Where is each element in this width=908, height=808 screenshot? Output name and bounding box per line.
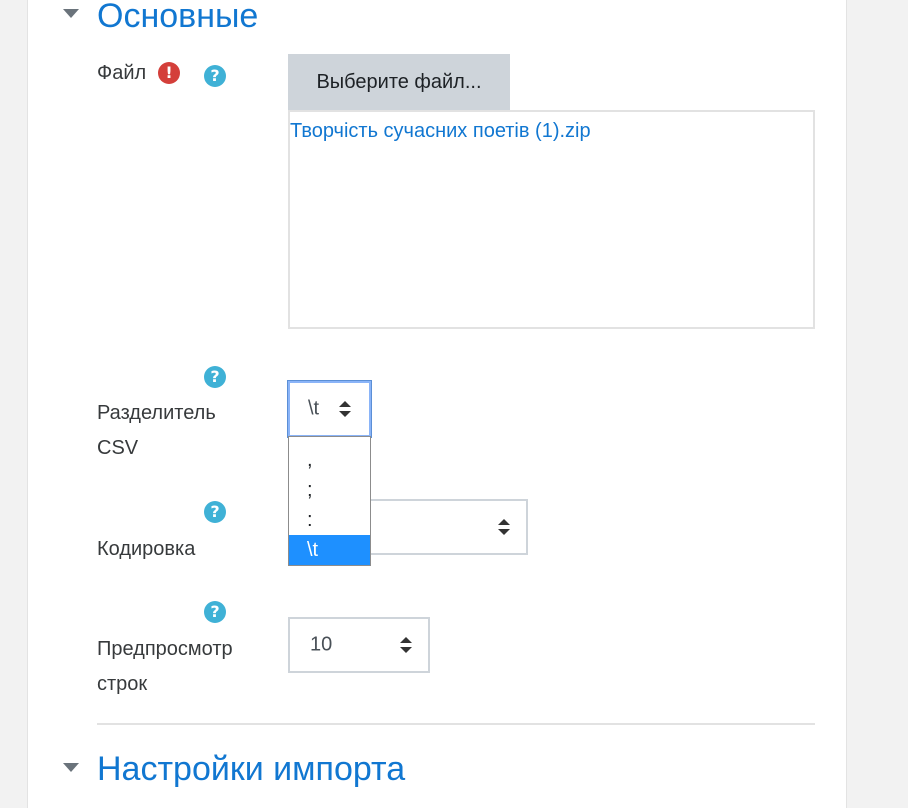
choose-file-button[interactable]: Выберите файл... <box>288 54 510 110</box>
encoding-label: Кодировка <box>97 538 196 560</box>
preview-label-line2: строк <box>97 673 148 695</box>
file-drop-area[interactable]: Творчість сучасних поетів (1).zip <box>288 110 815 329</box>
delimiter-option-comma[interactable]: , <box>289 445 370 475</box>
delimiter-dropdown-list: , ; : \t <box>288 436 371 566</box>
exclamation-icon: ! <box>158 62 180 84</box>
question-icon[interactable]: ? <box>204 501 226 523</box>
question-icon[interactable]: ? <box>204 601 226 623</box>
preview-label-line1: Предпросмотр <box>97 638 233 660</box>
preview-rows-select[interactable]: 10 <box>288 617 430 673</box>
file-label: Файл <box>97 62 147 84</box>
page-left-border <box>0 0 28 808</box>
question-icon[interactable]: ? <box>204 366 226 388</box>
collapse-import-settings-icon[interactable] <box>63 763 79 772</box>
page-right-border <box>846 0 908 808</box>
select-arrows-icon <box>498 519 510 535</box>
question-icon[interactable]: ? <box>204 65 226 87</box>
delimiter-label-line1: Разделитель <box>97 402 216 424</box>
delimiter-select[interactable]: \t <box>288 381 371 437</box>
select-arrows-icon <box>339 401 351 417</box>
delimiter-option-tab[interactable]: \t <box>289 535 370 565</box>
section-import-settings-title[interactable]: Настройки импорта <box>97 752 405 786</box>
selected-file-link[interactable]: Творчість сучасних поетів (1).zip <box>290 120 591 143</box>
section-divider <box>97 723 815 725</box>
select-arrows-icon <box>400 637 412 653</box>
delimiter-select-value: \t <box>308 397 320 420</box>
delimiter-label-line2: CSV <box>97 437 139 459</box>
preview-rows-value: 10 <box>310 633 333 656</box>
collapse-general-icon[interactable] <box>63 9 79 18</box>
delimiter-option-semicolon[interactable]: ; <box>289 475 370 505</box>
delimiter-option-colon[interactable]: : <box>289 505 370 535</box>
section-general-title[interactable]: Основные <box>97 0 258 33</box>
